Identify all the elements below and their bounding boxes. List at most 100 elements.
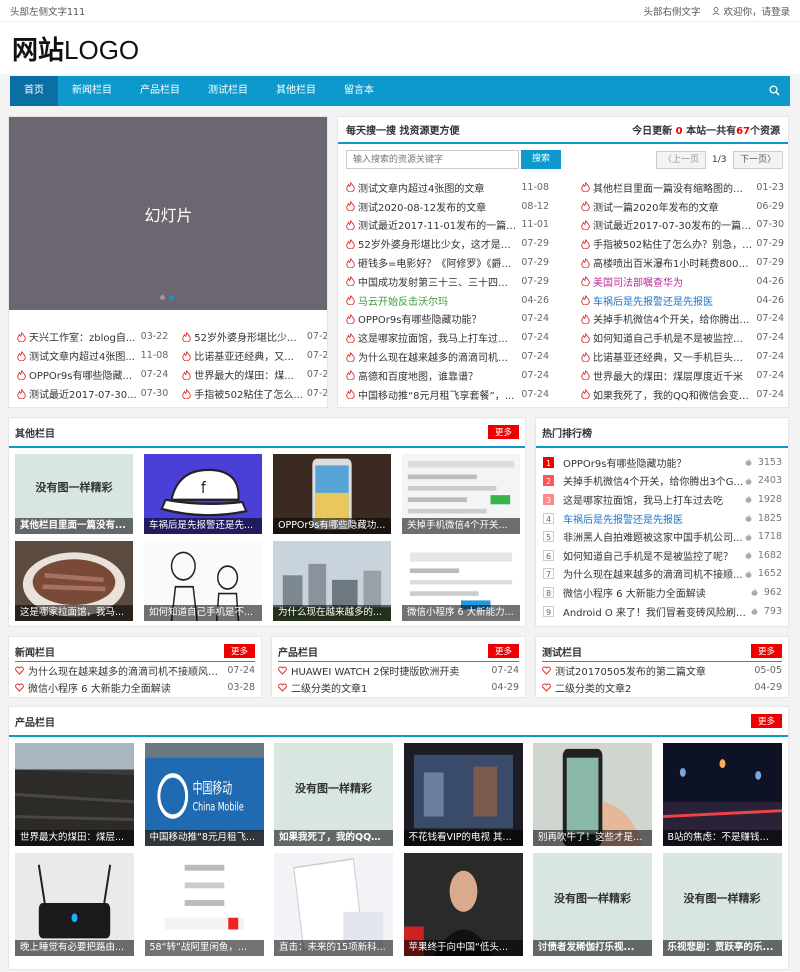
list-item[interactable]: 高楼喷出百米瀑布1小时耗费800元？ 07-29	[581, 253, 784, 272]
rank-item[interactable]: 7 为什么现在越来越多的滴滴司机不接顺... 1652	[543, 565, 782, 584]
nav-other[interactable]: 其他栏目	[262, 76, 330, 106]
rank-item[interactable]: 1 OPPOr9s有哪些隐藏功能？ 3153	[543, 453, 782, 472]
top-right-text[interactable]: 头部右侧文字	[643, 4, 700, 18]
list-item[interactable]: 测试一篇2020年发布的文章 06-29	[581, 197, 784, 216]
list-item[interactable]: 世界最大的煤田：煤... 07-24	[182, 365, 327, 384]
thumb-card[interactable]: 微信小程序 6 大新能力...	[402, 541, 520, 621]
rank-count: 1652	[757, 568, 782, 580]
rank-item[interactable]: 8 微信小程序 6 大新能力全面解读 962	[543, 583, 782, 602]
rank-item[interactable]: 3 这是哪家拉面馆，我马上打车过去吃 1928	[543, 490, 782, 509]
slideshow[interactable]: 幻灯片	[9, 117, 327, 310]
rank-item[interactable]: 9 Android O 来了！我们冒着变砖风险刷机... 793	[543, 602, 782, 621]
thumb-card[interactable]: 不花钱看VIP的电视 其...	[403, 743, 523, 846]
nav-home[interactable]: 首页	[10, 76, 58, 106]
thumb-card[interactable]: 没有图一样精彩 如果我死了，我的QQ和...	[274, 743, 393, 846]
next-page-button[interactable]: 下一页〉	[733, 151, 783, 169]
user-icon	[712, 6, 721, 15]
nav-news[interactable]: 新闻栏目	[58, 76, 126, 106]
list-item[interactable]: OPPOr9s有哪些隐藏... 07-24	[17, 365, 168, 384]
list-item[interactable]: 测试文章内超过4张图的文章 11-08	[346, 178, 549, 197]
list-item[interactable]: 52岁外婆身形堪比少女，这才是她... 07-29	[346, 234, 549, 253]
list-item[interactable]: 中国成功发射第三十三、三十四颗... 07-29	[346, 272, 549, 291]
list-item[interactable]: 二级分类的文章1 04-29	[278, 679, 519, 696]
list-item[interactable]: 车祸后是先报警还是先报医 04-26	[581, 291, 784, 310]
list-item[interactable]: 为什么现在越来越多的滴滴司机不接顺风车... 07-24	[15, 662, 255, 679]
thumb-card[interactable]: 直击：未来的15项新科...	[274, 853, 393, 956]
list-item[interactable]: 手指被502粘住了怎么...07-29	[182, 384, 327, 403]
thumb-card[interactable]: 没有图一样精彩 讨债者发稀伽打乐视...	[533, 853, 652, 956]
list-item[interactable]: 测试最近2017-11-01发布的一篇文字 11-01	[346, 216, 549, 235]
rank-item[interactable]: 6 如何知道自己手机是不是被监控了呢？ 1682	[543, 546, 782, 565]
thumb-card[interactable]: 关掉手机微信4个开关...	[402, 454, 520, 534]
slide-dot[interactable]	[160, 295, 165, 300]
list-item[interactable]: 测试20170505发布的第二篇文章 05-05	[542, 662, 782, 679]
thumb-card[interactable]: 晚上睡觉有必要把路由...	[15, 853, 134, 956]
list-item[interactable]: OPPOr9s有哪些隐藏功能？ 07-24	[346, 310, 549, 329]
list-item[interactable]: 比诺基亚还经典，又... 07-24	[182, 346, 327, 365]
thumb-card[interactable]: 为什么现在越来越多的...	[273, 541, 391, 621]
list-item[interactable]: 中国移动推“8元月租飞享套餐”，... 07-24	[346, 385, 549, 404]
product-more-button[interactable]: 更多	[750, 714, 782, 728]
list-item[interactable]: 比诺基亚还经典，又一手机巨头回... 07-24	[581, 347, 784, 366]
thumb-card[interactable]: 没有图一样精彩 其他栏目里面一篇没有...	[15, 454, 133, 534]
list-item[interactable]: 如果我死了，我的QQ和微信会变成... 07-24	[581, 385, 784, 404]
list-item[interactable]: 美国司法部嘱查华为 04-26	[581, 272, 784, 291]
fire-icon	[17, 388, 26, 399]
list-item[interactable]: 关掉手机微信4个开关，给你腾出3... 07-24	[581, 310, 784, 329]
list-item[interactable]: 测试文章内超过4张图... 11-08	[17, 346, 168, 365]
list-item[interactable]: 52岁外婆身形堪比少... 07-29	[182, 327, 327, 346]
rank-number: 8	[543, 586, 554, 598]
list-item[interactable]: 这是哪家拉面馆，我马上打车过去吃 07-24	[346, 328, 549, 347]
list-item[interactable]: 测试最近2017-07-30发布的一篇文字 07-30	[581, 216, 784, 235]
list-item-title: 手指被502粘住了怎么...	[194, 390, 303, 401]
thumb-card[interactable]: 世界最大的煤田：煤层...	[15, 743, 134, 846]
list-item[interactable]: 为什么现在越来越多的滴滴司机不... 07-24	[346, 347, 549, 366]
resource-search-button[interactable]: 搜索	[521, 150, 561, 169]
list-item[interactable]: 如何知道自己手机是不是被监控了... 07-24	[581, 328, 784, 347]
list-item[interactable]: 手指被502粘住了怎么办？别急，方... 07-29	[581, 234, 784, 253]
nav-test[interactable]: 测试栏目	[194, 76, 262, 106]
thumb-card[interactable]: 中国移动 China Mobile 中国移动推“8元月租飞...	[144, 743, 264, 846]
thumb-card[interactable]: 如何知道自己手机是不...	[144, 541, 262, 621]
slide-dot-active[interactable]	[169, 295, 174, 300]
thumb-caption: 关掉手机微信4个开关...	[402, 518, 520, 534]
resource-search-input[interactable]	[346, 150, 519, 169]
thumb-card[interactable]: B站的焦虑：不是赚钱而...	[662, 743, 782, 846]
rank-item[interactable]: 2 关掉手机微信4个开关，给你腾出3个G... 2403	[543, 472, 782, 491]
rank-item[interactable]: 5 非洲黑人自拍难题被这家中国手机公司... 1718	[543, 527, 782, 546]
prev-page-button[interactable]: 〈上一页	[656, 151, 706, 169]
hot-list: 1 OPPOr9s有哪些隐藏功能？ 3153 2 关掉手机微信4个开关，给你腾出3个G.…	[543, 453, 782, 620]
list-item[interactable]: 天兴工作室：zblog自... 03-22	[17, 327, 168, 346]
thumb-card[interactable]: 苹果终于向中国“低头...	[403, 853, 523, 956]
site-logo[interactable]: 网站LOGO	[12, 30, 139, 67]
list-item[interactable]: 微信小程序 6 大新能力全面解读 03-28	[15, 679, 255, 696]
list-item[interactable]: 其他栏目里面一篇没有缩略图的测... 01-23	[581, 178, 784, 197]
list-item-date: 07-29	[521, 275, 549, 287]
thumb-card[interactable]: 没有图一样精彩 乐视悲剧：贾跃亭的乐...	[662, 853, 782, 956]
thumb-card[interactable]: f 车祸后是先报警还是先...	[144, 454, 262, 534]
thumb-card[interactable]: 这是哪家拉面馆，我马...	[15, 541, 133, 621]
search-icon[interactable]	[769, 85, 780, 96]
list-item[interactable]: 二级分类的文章2 04-29	[542, 679, 782, 696]
list-item-date: 05-05	[754, 665, 782, 676]
thumb-card[interactable]: OPPOr9s有哪些隐藏功...	[273, 454, 391, 534]
login-link[interactable]: 欢迎你，请登录	[712, 4, 790, 18]
list-item[interactable]: HUAWEI WATCH 2保时捷版欧洲开卖 07-24	[278, 662, 519, 679]
nav-products[interactable]: 产品栏目	[126, 76, 194, 106]
rank-item[interactable]: 4 车祸后是先报警还是先报医 1825	[543, 509, 782, 528]
column-more-button[interactable]: 更多	[487, 644, 519, 658]
other-more-button[interactable]: 更多	[487, 425, 519, 439]
thumb-card[interactable]: 58“转”战阿里闲鱼，...	[144, 853, 264, 956]
column-more-button[interactable]: 更多	[750, 644, 782, 658]
fire-icon	[346, 389, 355, 400]
list-item[interactable]: 测试2020-08-12发布的文章 08-12	[346, 197, 549, 216]
column-more-button[interactable]: 更多	[223, 644, 255, 658]
rank-title: 车祸后是先报警还是先报医	[563, 514, 683, 526]
nav-guestbook[interactable]: 留言本	[330, 76, 388, 106]
list-item[interactable]: 马云开始反击沃尔玛 04-26	[346, 291, 549, 310]
list-item[interactable]: 世界最大的煤田：煤层厚度近千米 07-24	[581, 366, 784, 385]
list-item[interactable]: 测试最近2017-07-30... 07-30	[17, 384, 168, 403]
list-item[interactable]: 砸钱多=电影好？《阿修罗》《爵迹... 07-29	[346, 253, 549, 272]
thumb-card[interactable]: 别再吹牛了！这些才是2...	[533, 743, 652, 846]
list-item[interactable]: 高德和百度地图，谁靠谱？ 07-24	[346, 366, 549, 385]
